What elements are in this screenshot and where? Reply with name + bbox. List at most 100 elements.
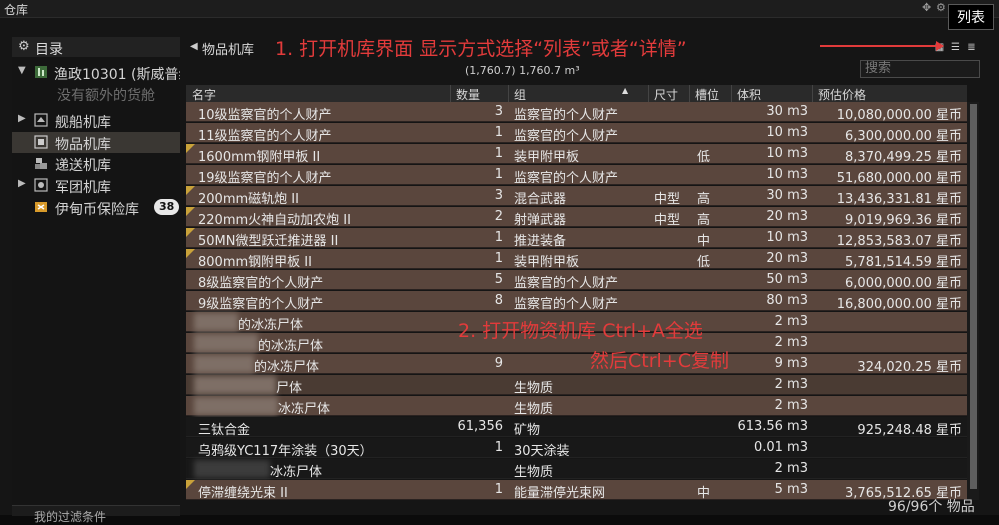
sidebar-item-isk-vault[interactable]: 伊甸币保险库 38 <box>12 197 180 218</box>
table-row[interactable]: 停滞缠绕光束 II 1 能量滞停光束网中 5 m3 3,765,512.65 星币 <box>186 480 967 500</box>
table-row[interactable]: 19级监察官的个人财产 1 监察官的个人财产 10 m3 51,680,000.00 星… <box>186 165 967 186</box>
cell-group: 生物质 <box>514 381 554 396</box>
column-divider[interactable] <box>731 85 732 102</box>
back-arrow-icon[interactable]: ◀ <box>190 41 198 52</box>
table-row[interactable]: 10级监察官的个人财产 3 监察官的个人财产 30 m3 10,080,000.00 星… <box>186 102 967 123</box>
col-header-volume[interactable]: 体积 <box>737 86 761 103</box>
cell-vol: 0.01 m3 <box>753 440 808 455</box>
sort-ascending-icon[interactable]: ▲ <box>622 86 628 95</box>
sidebar-item-item-hangar[interactable]: 物品机库 <box>12 132 180 153</box>
sidebar-header: ⚙ 目录 <box>12 37 180 58</box>
cell-qty: 1 <box>494 440 503 455</box>
cell-price: 12,853,583.07 星币 <box>836 234 962 249</box>
cell-qty: 1 <box>494 251 503 266</box>
col-header-slot[interactable]: 槽位 <box>695 86 719 103</box>
column-divider[interactable] <box>812 85 813 102</box>
sidebar-item-label: 伊甸币保险库 <box>55 202 139 218</box>
cell-price: 13,436,331.81 星币 <box>836 192 962 207</box>
view-list-icon[interactable]: ☰ <box>950 42 961 53</box>
col-header-group[interactable]: 组 <box>514 86 526 103</box>
settings-icon[interactable]: ⚙ <box>936 1 946 14</box>
sidebar-item-label: 物品机库 <box>55 137 111 153</box>
table-row[interactable]: 50MN微型跃迁推进器 II 1 推进装备 中 10 m3 12,853,583.07 星… <box>186 228 967 249</box>
table-row[interactable]: 8级监察官的个人财产 5 监察官的个人财产 50 m3 6,000,000.00 星币 <box>186 270 967 291</box>
table-row[interactable]: 冰冻尸体 生物质 2 m3 <box>186 459 967 480</box>
cell-name: 8级监察官的个人财产 <box>198 276 324 291</box>
tech2-marker-icon <box>186 144 195 153</box>
cell-slot: 高 <box>697 213 711 228</box>
cell-name: 冰冻尸体 <box>278 402 331 417</box>
table-row[interactable]: 220mm火神自动加农炮 II 2 射弹武器 中型 高 20 m3 9,019,969.36… <box>186 207 967 228</box>
view-details-icon[interactable]: ≣ <box>966 42 977 53</box>
column-divider[interactable] <box>689 85 690 102</box>
cell-name: 11级监察官的个人财产 <box>198 129 332 144</box>
window-titlebar: 仓库 ✥ ⚙ <box>0 0 999 18</box>
pin-icon[interactable]: ✥ <box>922 1 931 14</box>
cell-vol: 10 m3 <box>766 125 808 140</box>
cell-qty: 1 <box>494 125 503 140</box>
col-header-size[interactable]: 尺寸 <box>654 86 678 103</box>
expand-arrow-icon[interactable]: ▶ <box>18 113 26 124</box>
col-header-price[interactable]: 预估价格 <box>818 86 866 103</box>
cell-group: 射弹武器 <box>514 213 567 228</box>
search-input[interactable]: 搜索 <box>860 60 980 78</box>
table-row[interactable]: 1600mm钢附甲板 II 1 装甲附甲板 低 10 m3 8,370,499.25 星币 <box>186 144 967 165</box>
sidebar-item-ship-hangar[interactable]: ▶ 舰船机库 <box>12 110 180 131</box>
collapse-arrow-icon[interactable]: ▼ <box>18 65 26 76</box>
sidebar-item-corp-hangar[interactable]: ▶ 军团机库 <box>12 175 180 196</box>
annotation-step1: 1. 打开机库界面 显示方式选择“列表”或者“详情” <box>275 38 687 60</box>
cell-slot: 低 <box>697 255 711 270</box>
redacted-blur <box>194 334 258 352</box>
cell-vol: 20 m3 <box>766 251 808 266</box>
expand-arrow-icon[interactable]: ▶ <box>18 178 26 189</box>
sidebar-item-delivery-hangar[interactable]: 递送机库 <box>12 153 180 174</box>
cell-vol: 613.56 m3 <box>737 419 808 434</box>
gear-icon[interactable]: ⚙ <box>18 39 30 54</box>
cell-name: 的冰冻尸体 <box>238 318 304 333</box>
view-tooltip: 列表 <box>948 4 994 30</box>
cell-price: 51,680,000.00 星币 <box>836 171 962 186</box>
sidebar-station[interactable]: ▼ 渔政10301 (斯威普纳 <box>12 62 180 83</box>
annotation-arrow-line <box>820 45 938 47</box>
cell-qty: 1 <box>494 482 503 497</box>
column-divider[interactable] <box>648 85 649 102</box>
table-row[interactable]: 乌鸦级YC117年涂装（30天） 1 30天涂装 0.01 m3 <box>186 438 967 459</box>
cell-qty: 9 <box>494 356 503 371</box>
cell-qty: 8 <box>494 293 503 308</box>
cell-group: 30天涂装 <box>514 444 570 459</box>
scrollbar-thumb[interactable] <box>970 104 977 489</box>
col-header-name[interactable]: 名字 <box>192 86 216 103</box>
col-header-qty[interactable]: 数量 <box>456 86 480 103</box>
table-row[interactable]: 9级监察官的个人财产 8 监察官的个人财产 80 m3 16,800,000.00 星币 <box>186 291 967 312</box>
annotation-arrow-head-icon <box>936 41 944 51</box>
cell-qty: 3 <box>494 104 503 119</box>
cell-vol: 2 m3 <box>774 398 808 413</box>
table-row[interactable]: 800mm钢附甲板 II 1 装甲附甲板 低 20 m3 5,781,514.59 星币 <box>186 249 967 270</box>
cell-name: 的冰冻尸体 <box>254 360 320 375</box>
cell-group: 监察官的个人财产 <box>514 297 619 312</box>
cell-vol: 10 m3 <box>766 167 808 182</box>
column-divider[interactable] <box>450 85 451 102</box>
cell-group: 混合武器 <box>514 192 567 207</box>
cell-name: 的冰冻尸体 <box>258 339 324 354</box>
cell-group: 监察官的个人财产 <box>514 129 619 144</box>
sidebar-item-label: 递送机库 <box>55 158 111 174</box>
table-row[interactable]: 尸体 生物质 2 m3 <box>186 375 967 396</box>
tech2-marker-icon <box>186 249 195 258</box>
cell-price: 324,020.25 星币 <box>857 360 962 375</box>
cell-price: 6,000,000.00 星币 <box>845 276 962 291</box>
table-row[interactable]: 冰冻尸体 生物质 2 m3 <box>186 396 967 417</box>
sidebar-header-label: 目录 <box>35 42 63 58</box>
cell-vol: 20 m3 <box>766 209 808 224</box>
column-divider[interactable] <box>508 85 509 102</box>
filters-label: 我的过滤条件 <box>34 510 107 524</box>
table-row[interactable]: 11级监察官的个人财产 1 监察官的个人财产 10 m3 6,300,000.00 星币 <box>186 123 967 144</box>
table-row[interactable]: 三钛合金 61,356 矿物 613.56 m3 925,248.48 星币 <box>186 417 967 438</box>
filters-bar[interactable]: 我的过滤条件 <box>12 505 180 524</box>
table-row[interactable]: 200mm磁轨炮 II 3 混合武器 中型 高 30 m3 13,436,331.81 星币 <box>186 186 967 207</box>
cell-vol: 10 m3 <box>766 146 808 161</box>
item-count: 96/96个 物品 <box>888 499 975 515</box>
table-row[interactable]: 的冰冻尸体 9 9 m3 324,020.25 星币 <box>186 354 967 375</box>
cell-vol: 2 m3 <box>774 314 808 329</box>
tech2-marker-icon <box>186 186 195 195</box>
